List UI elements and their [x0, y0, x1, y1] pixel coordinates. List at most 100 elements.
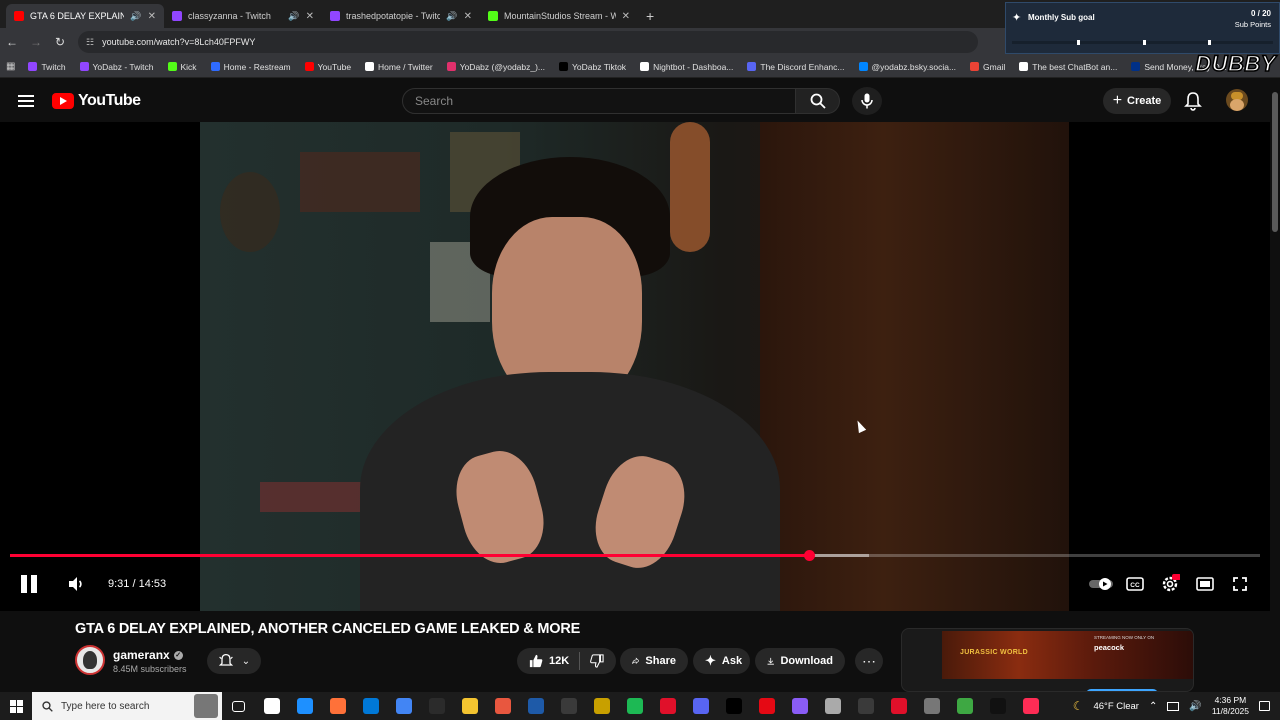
captions-icon[interactable]: CC	[1124, 574, 1146, 594]
back-icon[interactable]: ←	[0, 35, 24, 49]
notifications-icon[interactable]	[1259, 701, 1270, 711]
search-button[interactable]	[796, 88, 840, 114]
bookmark-item[interactable]: The Discord Enhanc...	[742, 62, 849, 72]
subscription-notifications-button[interactable]: ⌄	[207, 648, 261, 674]
tab-close-icon[interactable]: ✕	[622, 11, 630, 22]
bookmark-item[interactable]: Twitch	[23, 62, 70, 72]
taskbar-app-icon[interactable]	[882, 692, 915, 720]
notifications-bell-icon[interactable]	[1184, 91, 1202, 111]
fullscreen-icon[interactable]	[1229, 574, 1251, 594]
tab-audio-icon[interactable]: 🔊	[288, 11, 299, 22]
voice-search-button[interactable]	[852, 87, 882, 115]
channel-name-row[interactable]: gameranx ✓	[113, 648, 183, 662]
taskbar-app-icon[interactable]	[585, 692, 618, 720]
theater-mode-icon[interactable]	[1194, 574, 1216, 594]
bookmark-item[interactable]: YoDabz (@yodabz_)...	[442, 62, 550, 72]
taskbar-search-input[interactable]: Type here to search	[32, 692, 222, 720]
like-icon[interactable]	[529, 653, 543, 669]
like-count[interactable]: 12K	[549, 655, 569, 667]
taskbar-app-icon[interactable]	[519, 692, 552, 720]
menu-icon[interactable]	[18, 95, 34, 107]
tab-close-icon[interactable]: ✕	[148, 11, 156, 22]
bookmark-item[interactable]: YouTube	[300, 62, 356, 72]
more-actions-icon[interactable]: ⋯	[855, 648, 883, 674]
browser-tab[interactable]: MountainStudios Stream - Wat ✕	[480, 4, 638, 28]
bookmark-item[interactable]: Kick	[163, 62, 202, 72]
scrubber-handle[interactable]	[803, 550, 815, 561]
bookmark-item[interactable]: Gmail	[965, 62, 1010, 72]
tab-close-icon[interactable]: ✕	[464, 11, 472, 22]
taskbar-app-icon[interactable]	[684, 692, 717, 720]
bookmark-item[interactable]: @yodabz.bsky.socia...	[854, 62, 962, 72]
taskbar-app-icon[interactable]	[288, 692, 321, 720]
apps-grid-icon[interactable]: ▦	[6, 61, 15, 72]
share-button[interactable]: Share	[620, 648, 688, 674]
tray-chevron-up-icon[interactable]: ⌃	[1149, 701, 1157, 712]
forward-icon[interactable]: →	[24, 35, 48, 49]
taskbar-app-icon[interactable]	[552, 692, 585, 720]
taskbar-app-icon[interactable]	[816, 692, 849, 720]
new-tab-icon[interactable]: +	[646, 8, 654, 24]
tab-audio-icon[interactable]: 🔊	[446, 11, 457, 22]
taskbar-app-icon[interactable]	[1014, 692, 1047, 720]
youtube-logo[interactable]: YouTube	[52, 92, 141, 110]
search-input[interactable]: Search	[402, 88, 796, 114]
taskbar-app-icon[interactable]	[717, 692, 750, 720]
tab-close-icon[interactable]: ✕	[306, 11, 314, 22]
channel-name[interactable]: gameranx	[113, 648, 170, 662]
taskbar-app-icon[interactable]	[948, 692, 981, 720]
autoplay-toggle-icon[interactable]	[1088, 574, 1114, 594]
taskbar-app-icon[interactable]	[750, 692, 783, 720]
taskbar-app-icon[interactable]	[486, 692, 519, 720]
bookmark-item[interactable]: The best ChatBot an...	[1014, 62, 1122, 72]
taskbar-app-icon[interactable]	[387, 692, 420, 720]
account-avatar[interactable]	[1226, 89, 1248, 111]
task-view-icon[interactable]	[222, 692, 255, 720]
browser-tab[interactable]: classyzanna - Twitch 🔊 ✕	[164, 4, 322, 28]
taskbar-app-icon[interactable]	[915, 692, 948, 720]
scrollbar-thumb[interactable]	[1272, 92, 1278, 232]
taskbar-clock[interactable]: 4:36 PM 11/8/2025	[1212, 695, 1249, 717]
taskbar-app-icon[interactable]	[651, 692, 684, 720]
bookmark-item[interactable]: YoDabz Tiktok	[554, 62, 631, 72]
taskbar-app-icon[interactable]	[849, 692, 882, 720]
download-button[interactable]: Download	[755, 648, 845, 674]
speaker-icon[interactable]: 🔊	[1189, 701, 1201, 712]
bookmark-item[interactable]: Home / Twitter	[360, 62, 438, 72]
taskbar-app-icon[interactable]	[420, 692, 453, 720]
browser-tab[interactable]: GTA 6 DELAY EXPLAINED, A 🔊 ✕	[6, 4, 164, 28]
weather-text[interactable]: 46°F Clear	[1093, 701, 1139, 712]
bookmark-item[interactable]: YoDabz - Twitch	[75, 62, 159, 72]
taskbar-app-icon[interactable]	[255, 692, 288, 720]
channel-avatar[interactable]	[75, 645, 105, 675]
bookmark-item[interactable]: Nightbot - Dashboa...	[635, 62, 738, 72]
share-icon	[632, 657, 640, 665]
url-field[interactable]: ☷ youtube.com/watch?v=8Lch40FPFWY	[78, 31, 978, 53]
bookmark-label: YouTube	[317, 61, 352, 72]
browser-tab[interactable]: trashedpotatopie - Twitch 🔊 ✕	[322, 4, 480, 28]
dislike-icon[interactable]	[590, 653, 604, 669]
bookmark-label: YoDabz (@yodabz_)...	[459, 61, 546, 72]
volume-icon[interactable]	[66, 574, 86, 594]
start-button[interactable]	[0, 692, 32, 720]
tab-audio-icon[interactable]: 🔊	[130, 11, 141, 22]
ask-button[interactable]: ✦ Ask	[693, 648, 750, 674]
taskbar-app-icon[interactable]	[981, 692, 1014, 720]
settings-gear-icon[interactable]	[1159, 574, 1181, 594]
search-placeholder: Search	[415, 94, 454, 108]
site-info-icon[interactable]: ☷	[86, 37, 94, 48]
video-progress-bar[interactable]	[10, 550, 1260, 561]
taskbar-app-icon[interactable]	[453, 692, 486, 720]
taskbar-app-icon[interactable]	[321, 692, 354, 720]
network-icon[interactable]	[1167, 701, 1180, 711]
sidebar-ad[interactable]: JURASSIC WORLD STREAMING NOW ONLY ON pea…	[901, 628, 1194, 692]
page-scrollbar[interactable]	[1270, 80, 1280, 692]
reload-icon[interactable]: ↻	[48, 35, 72, 49]
taskbar-app-icon[interactable]	[618, 692, 651, 720]
video-player[interactable]	[0, 122, 1270, 611]
taskbar-app-icon[interactable]	[354, 692, 387, 720]
pause-icon[interactable]	[20, 575, 38, 593]
bookmark-item[interactable]: Home - Restream	[206, 62, 296, 72]
create-button[interactable]: + Create	[1103, 88, 1171, 114]
taskbar-app-icon[interactable]	[783, 692, 816, 720]
